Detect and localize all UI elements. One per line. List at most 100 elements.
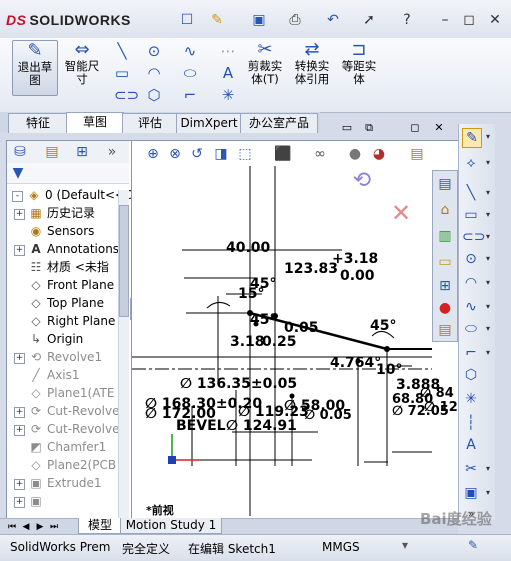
dimension-label[interactable]: 0.00 (340, 268, 375, 284)
tree-item-more[interactable]: + ▣ (14, 492, 47, 510)
prev-tab-icon[interactable]: ◀ (20, 521, 32, 533)
minimize-icon[interactable]: – (436, 12, 454, 28)
dimension-label[interactable]: ∅ 136.35±0.05 (180, 376, 297, 392)
print-icon[interactable]: ⎙ (286, 12, 304, 28)
save-icon[interactable]: ▣ (250, 12, 268, 28)
display-style-icon[interactable]: ⬛ (274, 146, 292, 162)
tree-item-right-plane[interactable]: ◇ Right Plane (14, 312, 115, 330)
view-orientation-icon[interactable]: ⬚ (236, 146, 254, 162)
new-icon[interactable]: ☐ (178, 12, 196, 28)
next-tab-icon[interactable]: ▶ (34, 521, 46, 533)
undo-icon[interactable]: ↶ (324, 12, 342, 28)
dimension-label[interactable]: 15° (238, 286, 264, 302)
tree-item-cut-revolve2[interactable]: + ⟳ Cut-Revolve (14, 420, 119, 438)
ellipse-icon[interactable]: ⬭ (182, 64, 198, 82)
doc-minimize-icon[interactable]: ▭ (340, 120, 354, 134)
text-icon[interactable]: A (462, 436, 480, 454)
spline-icon[interactable]: ∿ (182, 42, 198, 60)
open-icon[interactable]: ✎ (208, 12, 226, 28)
centerline-icon[interactable]: ┆ (462, 414, 480, 432)
tab-model[interactable]: 模型 (78, 518, 122, 534)
home-icon[interactable]: ⌂ (436, 201, 454, 219)
sketch-icon[interactable]: ✎ (462, 128, 482, 148)
tab-sketch[interactable]: 草图 (66, 112, 124, 133)
fillet-icon[interactable]: ⌐ (182, 86, 198, 104)
tree-item-plane2[interactable]: ◇ Plane2(PCB (14, 456, 116, 474)
rebuild-icon[interactable]: ▾ (398, 538, 412, 552)
view-settings-icon[interactable]: ▤ (408, 146, 426, 162)
close-icon[interactable]: ✕ (486, 12, 504, 28)
point-icon[interactable]: ✳ (462, 390, 480, 408)
dimension-label[interactable]: ∅ 124.91 (226, 418, 297, 434)
hide-show-icon[interactable]: ∞ (310, 146, 330, 162)
solidworks-resources-icon[interactable]: ▤ (436, 175, 454, 193)
dimension-label[interactable]: ∅ 84 (420, 386, 454, 401)
tree-item-top-plane[interactable]: ◇ Top Plane (14, 294, 104, 312)
spline-icon[interactable]: ∿ (462, 298, 480, 316)
select-icon[interactable]: ➚ (360, 12, 378, 28)
dimension-label[interactable]: 4.764° (330, 355, 381, 371)
dimension-label[interactable]: 0.25 (262, 334, 297, 350)
tree-item-root[interactable]: - ◈ 0 (Default<<D (12, 186, 134, 204)
zoom-area-icon[interactable]: ⊗ (166, 146, 184, 162)
tree-item-material[interactable]: ☷ 材质 <未指 (14, 258, 109, 276)
appearances-icon[interactable]: ● (436, 299, 454, 317)
tree-item-history[interactable]: + ▦ 历史记录 (14, 204, 95, 222)
line-icon[interactable]: ╲ (114, 42, 130, 60)
design-library-icon[interactable]: ▥ (436, 227, 454, 245)
dimension-label[interactable]: 10° (376, 362, 402, 378)
tree-item-chamfer1[interactable]: ◩ Chamfer1 (14, 438, 106, 456)
tree-item-revolve1[interactable]: + ⟲ Revolve1 (14, 348, 102, 366)
fillet-icon[interactable]: ⌐ (462, 344, 480, 362)
tab-evaluate[interactable]: 评估 (122, 113, 178, 133)
dimension-label[interactable]: ∅ 12 (424, 400, 458, 415)
last-tab-icon[interactable]: ⏭ (48, 521, 60, 533)
tab-office-products[interactable]: 办公室产品 (240, 113, 318, 133)
slot-icon[interactable]: ⊂⊃ (114, 86, 139, 104)
arc-icon[interactable]: ◠ (462, 274, 480, 292)
tab-features[interactable]: 特征 (8, 113, 68, 133)
ellipse-icon[interactable]: ⬭ (462, 320, 480, 338)
tree-item-sensors[interactable]: ◉ Sensors (14, 222, 95, 240)
feature-filter[interactable]: ▼ (7, 163, 129, 184)
circle-icon[interactable]: ⊙ (146, 42, 162, 60)
section-view-icon[interactable]: ◨ (212, 146, 230, 162)
polygon-icon[interactable]: ⬡ (146, 86, 162, 104)
tree-item-origin[interactable]: ↳ Origin (14, 330, 83, 348)
line-icon[interactable]: ╲ (462, 184, 480, 202)
rectangle-icon[interactable]: ▭ (114, 64, 130, 82)
scene-icon[interactable]: ◕ (370, 146, 388, 162)
restore-icon[interactable]: ◻ (460, 12, 478, 28)
doc-restore-icon[interactable]: ◻ (408, 120, 422, 134)
arc-icon[interactable]: ◠ (146, 64, 162, 82)
tab-motion-study[interactable]: Motion Study 1 (120, 518, 222, 534)
tab-dimxpert[interactable]: DimXpert (176, 113, 242, 133)
text-icon[interactable]: A (220, 64, 236, 82)
property-manager-icon[interactable]: ▤ (43, 144, 61, 160)
dimension-label[interactable]: BEVEL (176, 418, 226, 434)
smart-dimension-icon[interactable]: ⟡ (462, 154, 480, 172)
point-icon[interactable]: ✳ (220, 86, 236, 104)
help-icon[interactable]: ? (398, 12, 416, 28)
tree-item-front-plane[interactable]: ◇ Front Plane (14, 276, 114, 294)
slot-icon[interactable]: ⊂⊃ (462, 228, 485, 246)
zoom-to-fit-icon[interactable]: ⊕ (144, 146, 162, 162)
trim-entities-button[interactable]: ✂ 剪裁实 体(T) (243, 40, 287, 86)
tree-item-axis1[interactable]: ╱ Axis1 (14, 366, 79, 384)
edit-appearance-icon[interactable]: ● (346, 146, 364, 162)
search-icon[interactable]: ⊞ (436, 277, 454, 295)
custom-properties-icon[interactable]: ▤ (436, 321, 454, 339)
offset-entities-button[interactable]: ⊐ 等距实 体 (337, 40, 381, 86)
tree-item-annotations[interactable]: + A Annotations (14, 240, 119, 258)
dimension-label[interactable]: 123.83 (284, 261, 338, 277)
convert-icon[interactable]: ▣ (462, 484, 480, 502)
trim-icon[interactable]: ✂ (462, 460, 480, 478)
doc-close-icon[interactable]: ✕ (432, 120, 446, 134)
convert-entities-button[interactable]: ⇄ 转换实 体引用 (290, 40, 334, 86)
feature-tree-scroll-thumb[interactable] (119, 205, 129, 317)
tree-item-cut-revolve1[interactable]: + ⟳ Cut-Revolve (14, 402, 119, 420)
more-tabs-icon[interactable]: » (103, 144, 121, 160)
polygon-icon[interactable]: ⬡ (462, 366, 480, 384)
rectangle-icon[interactable]: ▭ (462, 206, 480, 224)
dimension-label[interactable]: 45° (250, 312, 276, 328)
